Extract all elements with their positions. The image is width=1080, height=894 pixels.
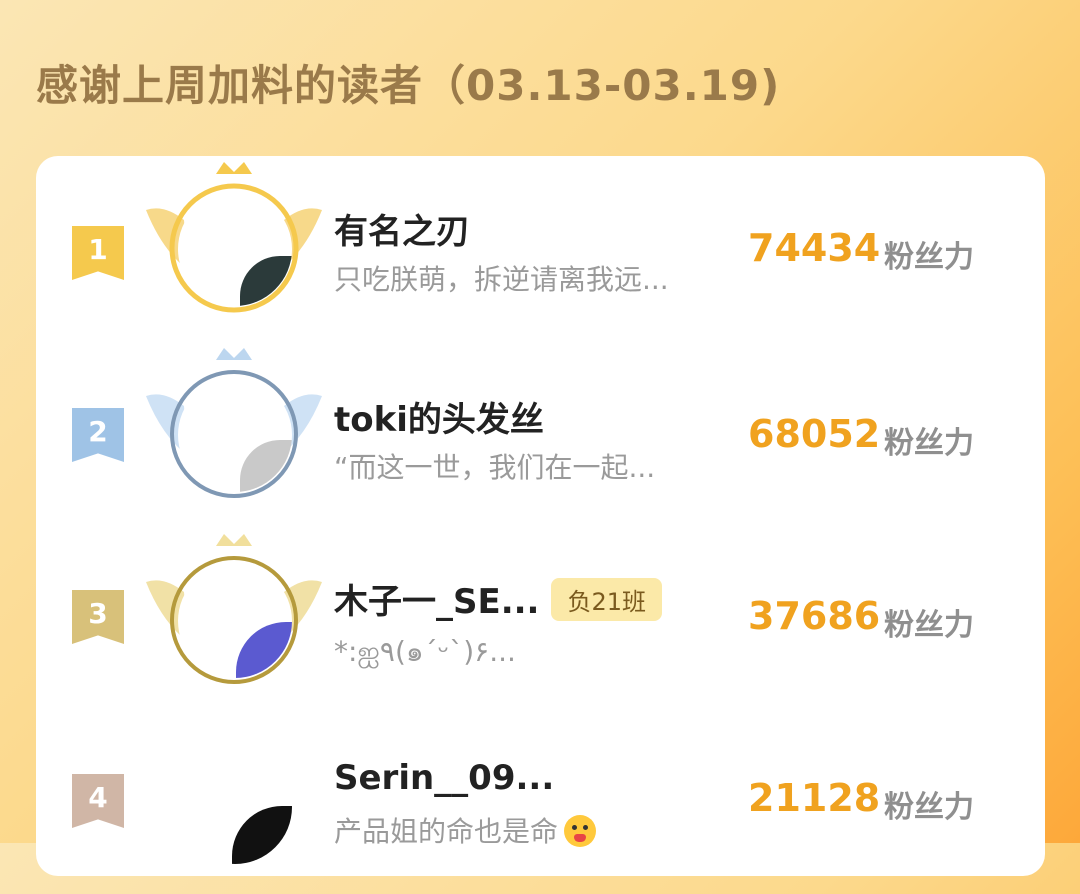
reader-signature: “而这一世，我们在一起... — [334, 451, 656, 484]
reader-row-2[interactable]: 2 toki的头发丝 “而这一世，我们在一起... 68052 粉丝力 — [36, 342, 1045, 522]
fan-score: 37686 — [748, 594, 881, 638]
avatar-frame[interactable] — [144, 718, 324, 888]
crying-face-icon — [564, 815, 597, 847]
fan-score-unit: 粉丝力 — [884, 790, 974, 825]
gold-crown-frame-icon[interactable] — [144, 160, 324, 330]
reader-name[interactable]: Serin__09... — [334, 758, 554, 798]
page-title: 感谢上周加料的读者（03.13-03.19) — [36, 61, 781, 110]
bronze-crown-frame-icon[interactable] — [144, 532, 324, 702]
fan-score-unit: 粉丝力 — [884, 426, 974, 461]
rank-badge: 3 — [72, 590, 124, 644]
reader-signature: *:ஐ٩(๑´ᵕ`)۶... — [334, 635, 516, 668]
reader-name-text: 木子一_SE... — [334, 582, 540, 622]
reader-row-3[interactable]: 3 木子一_SE... 负21班 *:ஐ٩(๑´ᵕ`)۶... 37686 粉丝力 — [36, 528, 1045, 708]
reader-ranking-list: 1 有名之刃 只吃朕萌，拆逆请离我远... 74434 粉丝力 2 toki的头… — [36, 156, 1045, 876]
avatar — [178, 750, 292, 864]
rank-badge: 2 — [72, 408, 124, 462]
rank-badge: 1 — [72, 226, 124, 280]
fan-score-unit: 粉丝力 — [884, 240, 974, 275]
fan-group-badge: 负21班 — [551, 578, 663, 621]
avatar — [178, 192, 292, 306]
reader-name[interactable]: 木子一_SE... 负21班 — [334, 574, 663, 625]
reader-signature: 只吃朕萌，拆逆请离我远... — [334, 263, 669, 296]
reader-signature-text: 产品姐的命也是命 — [334, 815, 559, 848]
fan-score: 68052 — [748, 412, 881, 456]
rank-badge: 4 — [72, 774, 124, 828]
reader-signature: 产品姐的命也是命 — [334, 810, 744, 850]
fan-score: 74434 — [748, 226, 881, 270]
avatar — [178, 378, 292, 492]
fan-score: 21128 — [748, 776, 881, 820]
fan-score-unit: 粉丝力 — [884, 608, 974, 643]
avatar — [178, 564, 292, 678]
reader-row-4[interactable]: 4 Serin__09... 产品姐的命也是命 21128 粉丝力 — [36, 714, 1045, 894]
reader-row-1[interactable]: 1 有名之刃 只吃朕萌，拆逆请离我远... 74434 粉丝力 — [36, 156, 1045, 336]
reader-name[interactable]: 有名之刃 — [334, 204, 470, 253]
silver-crown-frame-icon[interactable] — [144, 346, 324, 516]
reader-name[interactable]: toki的头发丝 — [334, 392, 544, 441]
